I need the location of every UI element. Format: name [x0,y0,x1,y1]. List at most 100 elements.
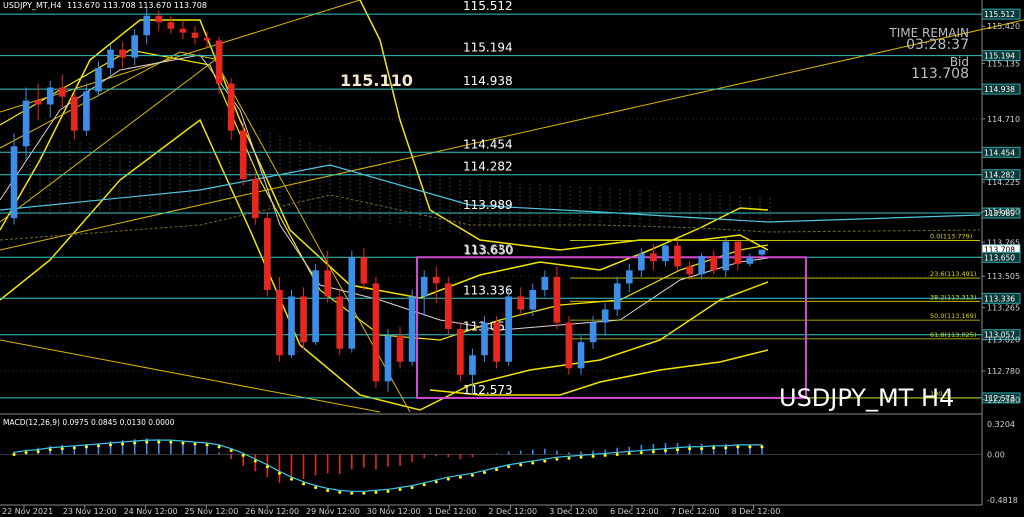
candle-bull[interactable] [638,253,645,271]
macd-signal-dot [241,453,245,457]
y-tick-label: 113.765 [987,238,1020,247]
macd-signal-dot [314,486,318,490]
candle-bear[interactable] [179,28,187,33]
candle-bear[interactable] [734,241,742,264]
candle-bear[interactable] [71,96,78,131]
candle-bear[interactable] [565,322,573,369]
candle-bear[interactable] [432,276,440,284]
candle-bull[interactable] [384,335,392,382]
y-tick-label: 114.000 [987,208,1020,217]
y-tick-label: 112.560 [987,396,1020,405]
candle-bull[interactable] [22,100,30,147]
candle-bear[interactable] [227,83,235,131]
candle-bear[interactable] [119,49,126,58]
candle-bear[interactable] [251,178,259,219]
macd-signal-dot [205,443,209,447]
macd-signal-dot [109,443,113,447]
x-tick-label: 22 Nov 2021 [2,507,53,516]
candle-bull[interactable] [529,289,537,310]
envelope-upper-band [359,0,769,251]
candle-bull[interactable] [589,322,597,343]
ichimoku-cloud-layer [29,130,771,235]
candle-bear[interactable] [493,322,500,362]
candle-bear[interactable] [686,266,693,275]
candle-bear[interactable] [167,22,175,29]
candle-bull[interactable] [613,283,621,310]
candle-bear[interactable] [264,218,271,290]
candle-bull[interactable] [143,15,151,36]
candle-bear[interactable] [445,283,452,330]
ohlc-values: 113.670 113.708 113.670 113.708 [66,1,207,10]
candle-bull[interactable] [312,270,319,343]
candle-bull[interactable] [348,257,356,349]
candle-bear[interactable] [324,270,331,297]
candle-bear[interactable] [336,296,344,349]
candle-bull[interactable] [758,249,766,255]
price-tag-label: 115.512 [984,10,1015,19]
level-label: 112.573 [463,383,513,397]
candle-bull[interactable] [46,87,54,105]
macd-signal-dot [326,488,330,492]
macd-signal-dot [265,465,269,469]
candle-bear[interactable] [191,32,199,38]
time-remain-panel: TIME REMAIN 03:28:37 Bid 113.708 [860,27,969,81]
macd-signal-dot [121,442,125,446]
candle-bear[interactable] [396,335,404,362]
level-label: 114.938 [463,74,513,88]
candle-bull[interactable] [746,257,754,264]
candle-bull[interactable] [541,276,549,290]
x-tick-label: 1 Dec 12:00 [428,507,477,516]
candle-bear[interactable] [372,283,380,382]
macd-signal-dot [531,461,535,465]
x-tick-label: 24 Nov 12:00 [124,507,178,516]
macd-signal-dot [157,440,161,444]
level-label: 113.989 [463,198,513,212]
macd-signal-dot [736,445,740,449]
fibo-label: 0.0(113.779) [930,232,972,240]
macd-signal-dot [688,447,692,451]
level-label-overlap: 113.650 [464,243,514,257]
candle-bear[interactable] [276,289,283,356]
candle-bull[interactable] [10,146,18,219]
candle-bear[interactable] [300,296,307,343]
candle-bear[interactable] [674,245,681,267]
header-symbol: USDJPY_MT,H4 113.670 113.708 113.670 113… [3,1,207,10]
candle-bull[interactable] [625,270,633,284]
candle-bull[interactable] [577,342,585,369]
macd-signal-dot [700,447,704,451]
candle-bear[interactable] [155,15,163,23]
candle-bull[interactable] [95,67,102,92]
candle-bull[interactable] [420,276,428,297]
candle-bull[interactable] [83,91,90,131]
candle-bear[interactable] [203,37,211,41]
candle-bear[interactable] [360,257,368,284]
candle-bull[interactable] [408,296,416,362]
candle-bull[interactable] [722,241,730,271]
candle-bear[interactable] [239,130,247,179]
macd-signal-dot [253,459,257,463]
candle-bear[interactable] [215,40,223,84]
candle-bear[interactable] [58,87,66,97]
candle-bull[interactable] [107,49,114,68]
candle-bull[interactable] [601,309,609,323]
candle-bull[interactable] [698,255,705,275]
candle-bull[interactable] [481,322,488,356]
candle-bull[interactable] [469,355,476,375]
candle-bear[interactable] [553,276,561,323]
candle-bull[interactable] [288,296,295,356]
macd-signal-dot [193,442,197,446]
candle-bear[interactable] [34,100,42,105]
macd-signal-dot [410,486,414,490]
candle-bear[interactable] [517,296,525,310]
candle-bull[interactable] [505,296,512,362]
candles-layer [10,7,766,395]
candle-bull[interactable] [662,245,669,262]
candle-bear[interactable] [457,329,464,375]
price-tag-label: 114.454 [984,148,1015,157]
candle-bear[interactable] [710,255,718,271]
macd-signal-dot [748,445,752,449]
candle-bull[interactable] [131,35,138,58]
level-label: 114.282 [463,160,513,174]
candle-bear[interactable] [650,253,657,262]
x-tick-label: 7 Dec 12:00 [671,507,720,516]
